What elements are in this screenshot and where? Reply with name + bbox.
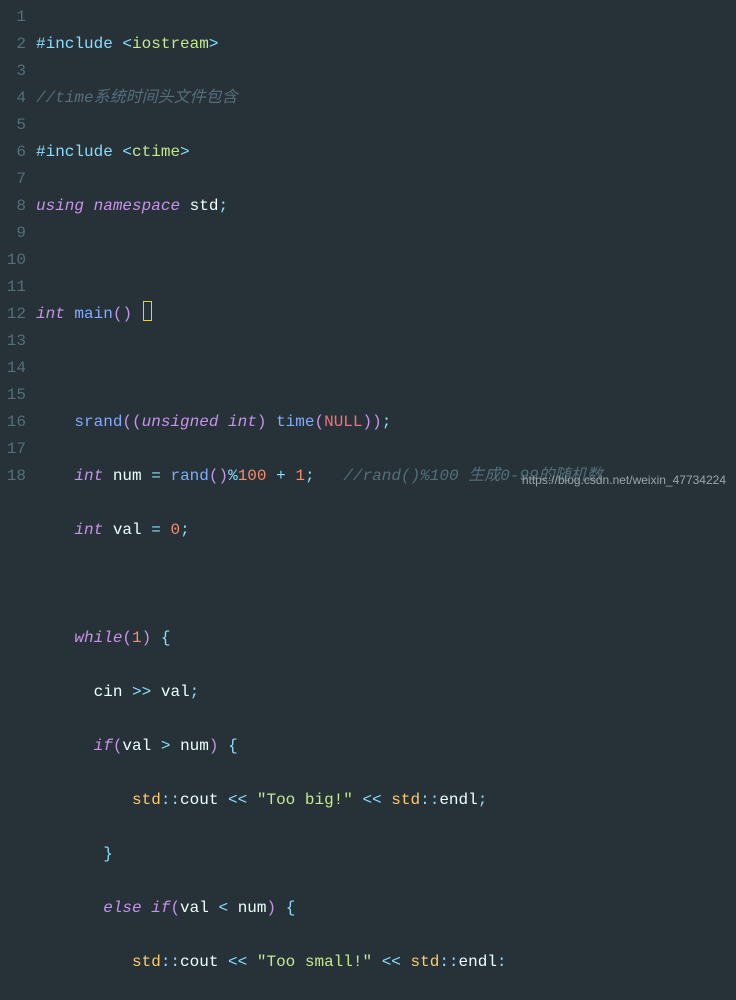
line-number: 4 (0, 85, 26, 112)
code-line: if(val > num) { (36, 733, 736, 760)
code-line: std::cout << "Too small!" << std::endl: (36, 949, 736, 976)
line-number: 17 (0, 436, 26, 463)
code-content[interactable]: #include <iostream> //time系统时间头文件包含 #inc… (36, 4, 736, 1000)
line-number: 7 (0, 166, 26, 193)
code-line: srand((unsigned int) time(NULL)); (36, 409, 736, 436)
code-line: int main() (36, 301, 736, 328)
code-line: std::cout << "Too big!" << std::endl; (36, 787, 736, 814)
line-number: 18 (0, 463, 26, 490)
line-number: 5 (0, 112, 26, 139)
code-line (36, 355, 736, 382)
cursor-icon (143, 301, 152, 321)
code-line: else if(val < num) { (36, 895, 736, 922)
line-number: 2 (0, 31, 26, 58)
code-line: } (36, 841, 736, 868)
line-number: 1 (0, 4, 26, 31)
line-number: 9 (0, 220, 26, 247)
line-number: 6 (0, 139, 26, 166)
line-number: 14 (0, 355, 26, 382)
line-number: 3 (0, 58, 26, 85)
code-line: #include <ctime> (36, 139, 736, 166)
line-number: 12 (0, 301, 26, 328)
code-line: using namespace std; (36, 193, 736, 220)
line-number: 16 (0, 409, 26, 436)
code-line: //time系统时间头文件包含 (36, 85, 736, 112)
code-line: #include <iostream> (36, 31, 736, 58)
line-number: 10 (0, 247, 26, 274)
line-number: 11 (0, 274, 26, 301)
code-editor: 1 2 3 4 5 6 7 8 9 10 11 12 13 14 15 16 1… (0, 0, 736, 1000)
code-line (36, 571, 736, 598)
line-number-gutter: 1 2 3 4 5 6 7 8 9 10 11 12 13 14 15 16 1… (0, 4, 36, 1000)
code-line: cin >> val; (36, 679, 736, 706)
code-line: while(1) { (36, 625, 736, 652)
watermark-text: https://blog.csdn.net/weixin_47734224 (522, 467, 726, 494)
line-number: 15 (0, 382, 26, 409)
code-line (36, 247, 736, 274)
line-number: 8 (0, 193, 26, 220)
line-number: 13 (0, 328, 26, 355)
code-line: int val = 0; (36, 517, 736, 544)
